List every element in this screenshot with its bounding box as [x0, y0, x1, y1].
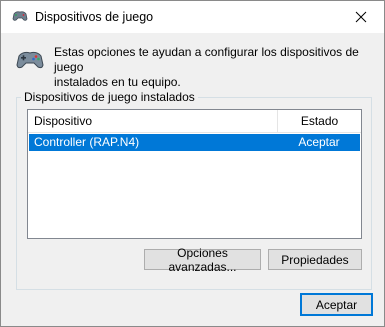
description-line: instalados en tu equipo. — [54, 75, 181, 89]
column-header-device[interactable]: Dispositivo — [34, 114, 92, 128]
title-bar[interactable]: Dispositivos de juego — [1, 1, 384, 33]
window-title: Dispositivos de juego — [35, 10, 154, 24]
device-status: Aceptar — [298, 135, 340, 149]
column-header-status[interactable]: Estado — [278, 114, 361, 128]
dialog-description: Estas opciones te ayudan a configurar lo… — [54, 45, 374, 90]
list-header: Dispositivo Estado — [28, 110, 361, 133]
close-button[interactable] — [338, 1, 384, 33]
gamepad-icon — [16, 51, 44, 69]
advanced-options-button[interactable]: Opciones avanzadas... — [144, 246, 261, 274]
gamepad-icon — [12, 11, 28, 21]
game-controllers-dialog: Dispositivos de juego Estas opciones te … — [0, 0, 385, 327]
properties-button[interactable]: Propiedades — [268, 249, 362, 270]
close-icon — [355, 11, 367, 23]
description-line: Estas opciones te ayudan a configurar lo… — [54, 45, 359, 74]
device-name: Controller (RAP.N4) — [34, 135, 140, 149]
list-item[interactable]: Controller (RAP.N4) Aceptar — [29, 134, 360, 151]
ok-button[interactable]: Aceptar — [300, 293, 373, 316]
devices-list[interactable]: Dispositivo Estado Controller (RAP.N4) A… — [27, 109, 362, 239]
group-legend: Dispositivos de juego instalados — [24, 90, 195, 104]
